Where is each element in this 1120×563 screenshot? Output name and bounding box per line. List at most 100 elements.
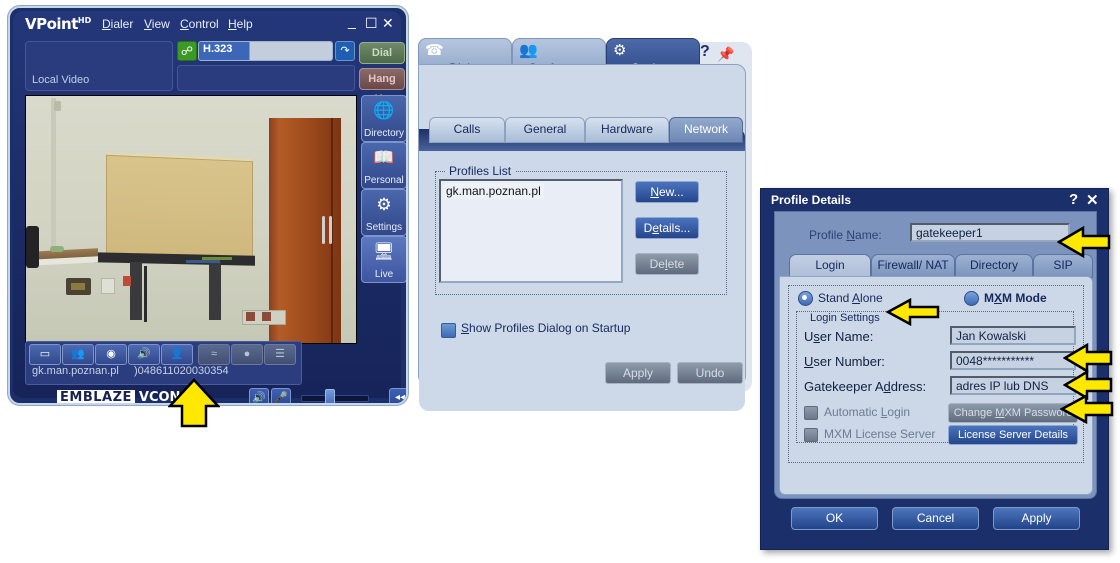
- vpoint-window-body: VPointHD Dialer View Control Help _ ☐ ✕ …: [13, 11, 406, 403]
- sidebar-item-live[interactable]: 🖥 Live: [361, 236, 406, 283]
- show-profiles-checkbox[interactable]: [441, 323, 456, 338]
- video-desk-object: [50, 246, 64, 252]
- arrow-profile-name: [1057, 226, 1111, 258]
- dial-bar: ☍ H.323 ↷: [177, 41, 355, 61]
- tab-network[interactable]: Network: [669, 117, 743, 143]
- settings-help-icon[interactable]: ?: [700, 43, 710, 61]
- cancel-button[interactable]: Cancel: [892, 507, 979, 530]
- people-conference-icon: 👥: [519, 42, 538, 59]
- layout-pip-icon[interactable]: ▭: [29, 344, 61, 365]
- sidebar-item-settings-label: Settings: [365, 222, 403, 233]
- delete-profile-button[interactable]: Delete: [635, 253, 699, 275]
- dial-button[interactable]: Dial: [359, 42, 405, 64]
- arrow-gatekeeper-address: [1060, 394, 1114, 424]
- details-profile-button[interactable]: Details...: [635, 217, 699, 239]
- profile-name-label: Profile Name:: [809, 228, 882, 242]
- close-icon[interactable]: ✕: [382, 15, 394, 32]
- new-profile-button[interactable]: New...: [635, 181, 699, 203]
- video-wall-marker: [123, 276, 131, 286]
- video-pipe: [51, 98, 56, 248]
- volume-slider[interactable]: [301, 395, 369, 402]
- menu-control[interactable]: Control: [180, 17, 219, 31]
- volume-slider-thumb[interactable]: [325, 389, 335, 403]
- arrow-video-status: [168, 378, 220, 428]
- login-settings-legend: Login Settings: [806, 312, 884, 324]
- audio-settings-icon[interactable]: 🔊: [128, 344, 160, 365]
- microphone-icon[interactable]: 🎤: [271, 388, 291, 403]
- stand-alone-label: Stand Alone: [818, 291, 883, 305]
- snapshot-camera-icon[interactable]: ◉: [95, 344, 127, 365]
- collapse-left-icon[interactable]: ◂◂: [389, 388, 406, 403]
- profile-details-body: Profile Name: gatekeeper1 Login Firewall…: [774, 211, 1097, 499]
- vpoint-main-window: VPointHD Dialer View Control Help _ ☐ ✕ …: [8, 6, 408, 405]
- video-wall-box-inner: [71, 283, 85, 290]
- profiles-list-legend: Profiles List: [445, 164, 516, 178]
- dial-secondary-field[interactable]: [177, 65, 355, 91]
- contacts-icon[interactable]: 👥: [62, 344, 94, 365]
- sidebar-item-personal[interactable]: 📖 Personal: [361, 142, 406, 189]
- video-chair: [26, 226, 39, 268]
- hangup-button[interactable]: Hang Up: [359, 68, 405, 105]
- sidebar-item-settings[interactable]: ⚙ Settings: [361, 189, 406, 236]
- mxm-license-server-checkbox[interactable]: [804, 428, 818, 442]
- sidebar-item-directory[interactable]: 🌐 Directory: [361, 95, 406, 142]
- emblaze-wordmark: EMBLAZE: [57, 390, 135, 403]
- profile-details-help-icon[interactable]: ?: [1069, 191, 1078, 208]
- presentation-icon[interactable]: 👤: [161, 344, 193, 365]
- gatekeeper-address-input[interactable]: adres IP lub DNS: [950, 376, 1076, 395]
- list-item[interactable]: gk.man.poznan.pl: [443, 183, 544, 199]
- apply-button[interactable]: Apply: [605, 362, 671, 384]
- brightness-icon[interactable]: ≈: [198, 344, 230, 365]
- video-feed[interactable]: [25, 95, 357, 344]
- video-toolbar: ▭ 👥 ◉ 🔊 👤 ≈ ● ☰ gk.man.poznan.pl )048611…: [25, 341, 302, 385]
- apply-button-dialog[interactable]: Apply: [993, 507, 1080, 530]
- menu-dialer[interactable]: Dialer: [102, 17, 133, 31]
- pd-tab-firewall-nat[interactable]: Firewall/ NAT: [871, 254, 955, 278]
- call-protocol-icon[interactable]: ☍: [177, 41, 197, 61]
- phone-handset-icon: ☎: [425, 42, 444, 59]
- profile-name-input[interactable]: gatekeeper1: [910, 223, 1070, 242]
- minimize-icon[interactable]: _: [348, 13, 356, 29]
- list-icon[interactable]: ☰: [264, 344, 296, 365]
- user-name-input[interactable]: Jan Kowalski: [950, 326, 1076, 345]
- sidebar-item-personal-label: Personal: [364, 175, 404, 186]
- user-number-input[interactable]: 0048***********: [950, 351, 1076, 370]
- tab-general[interactable]: General: [505, 117, 585, 143]
- stand-alone-radio[interactable]: [798, 291, 813, 306]
- vpoint-logo: VPointHD: [25, 15, 91, 33]
- pushpin-icon[interactable]: 📌: [717, 46, 734, 63]
- dial-protocol-label: H.323: [203, 43, 233, 55]
- address-book-icon: 📖: [373, 148, 395, 167]
- undo-button[interactable]: Undo: [677, 362, 743, 384]
- video-wall-sensor: [54, 101, 61, 111]
- mxm-license-server-label: MXM License Server: [824, 427, 936, 441]
- license-server-details-button[interactable]: License Server Details: [948, 425, 1078, 445]
- pd-tab-login[interactable]: Login: [789, 254, 871, 278]
- video-cable: [144, 266, 147, 322]
- change-mxm-password-button[interactable]: Change MXM Password: [948, 403, 1078, 423]
- dial-go-icon[interactable]: ↷: [335, 41, 355, 61]
- pd-tab-directory[interactable]: Directory: [955, 254, 1033, 278]
- video-whiteboard: [106, 154, 253, 262]
- ok-button[interactable]: OK: [791, 507, 878, 530]
- tab-calls[interactable]: Calls: [429, 117, 505, 143]
- show-profiles-checkbox-label: Show Profiles Dialog on Startup: [461, 321, 631, 335]
- profile-details-close-icon[interactable]: ✕: [1086, 191, 1099, 209]
- local-video-preview[interactable]: Local Video: [25, 41, 173, 91]
- user-name-label: User Name:: [804, 329, 874, 344]
- menu-help[interactable]: Help: [228, 17, 253, 31]
- video-table-leg-right: [209, 262, 221, 320]
- profiles-listbox[interactable]: gk.man.poznan.pl: [439, 179, 623, 283]
- maximize-icon[interactable]: ☐: [365, 15, 378, 32]
- mxm-mode-radio[interactable]: [964, 291, 979, 306]
- contrast-icon[interactable]: ●: [231, 344, 263, 365]
- speaker-icon[interactable]: 🔊: [249, 388, 269, 403]
- dial-input[interactable]: H.323: [198, 41, 333, 61]
- video-table-object-2: [202, 257, 232, 260]
- local-video-label: Local Video: [32, 74, 90, 86]
- tab-hardware[interactable]: Hardware: [585, 117, 669, 143]
- automatic-login-checkbox[interactable]: [804, 406, 818, 420]
- menu-view[interactable]: View: [144, 17, 170, 31]
- menu-help-label: elp: [236, 17, 253, 31]
- video-table-object-1: [186, 260, 220, 263]
